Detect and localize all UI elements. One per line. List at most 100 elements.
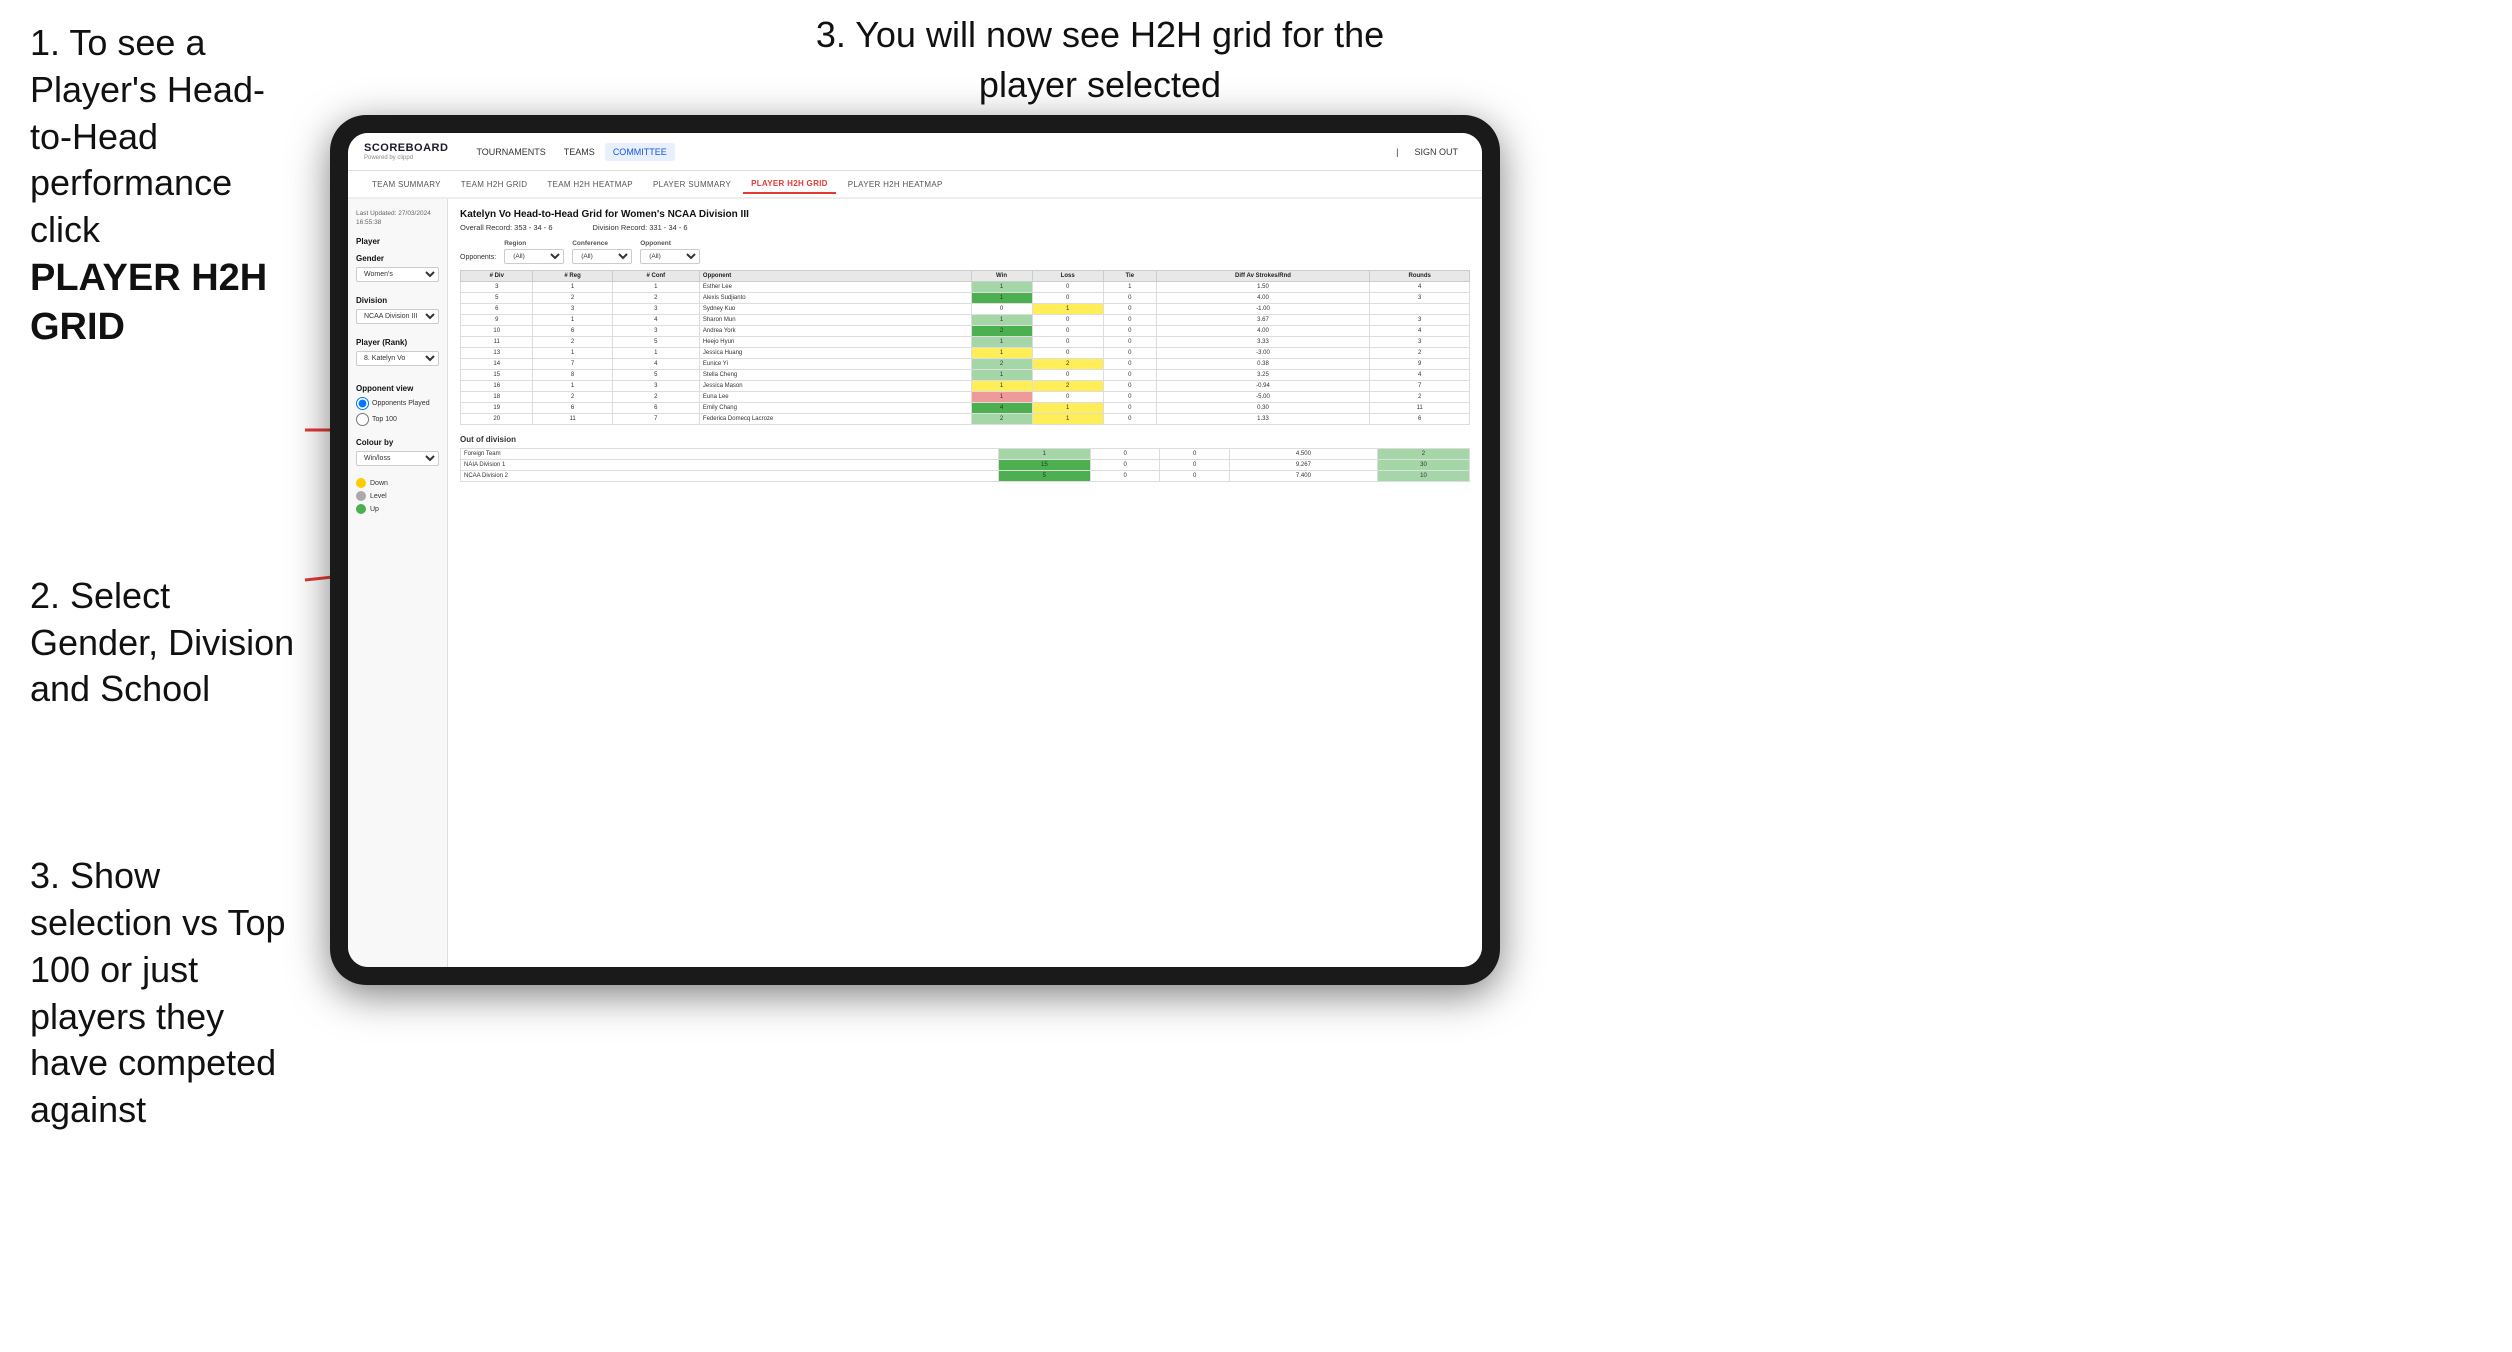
cell-conf: 7 [612,414,699,425]
colour-legend: Down Level Up [356,478,439,514]
legend-up: Up [356,504,439,514]
table-row: 6 3 3 Sydney Kuo 0 1 0 -1.00 [461,304,1470,315]
table-row: 20 11 7 Federica Domecq Lacroze 2 1 0 1.… [461,414,1470,425]
last-updated: Last Updated: 27/03/2024 16:55:38 [356,209,439,227]
cell-opponent: Sydney Kuo [699,304,971,315]
sub-nav-team-heatmap[interactable]: TEAM H2H HEATMAP [539,176,641,193]
gender-label: Gender [356,254,439,263]
step3-left-text: 3. Show selection vs Top 100 or just pla… [30,853,300,1134]
sign-out[interactable]: Sign out [1406,143,1466,161]
cell-diff: 4.00 [1156,293,1370,304]
cell-win: 1 [971,392,1032,403]
cell-div: 11 [461,337,533,348]
ood-loss: 0 [1090,460,1160,471]
cell-reg: 3 [533,304,612,315]
cell-opponent: Sharon Mun [699,315,971,326]
radio-opponents-played[interactable]: Opponents Played [356,397,439,410]
sub-nav-player-h2h[interactable]: PLAYER H2H GRID [743,175,836,194]
table-row: 10 6 3 Andrea York 2 0 0 4.00 4 [461,326,1470,337]
grid-content: Katelyn Vo Head-to-Head Grid for Women's… [448,199,1482,967]
ood-label: NAIA Division 1 [461,460,999,471]
cell-tie: 0 [1103,359,1156,370]
nav-tournaments[interactable]: TOURNAMENTS [468,143,553,161]
ood-tie: 0 [1160,471,1230,482]
cell-rounds: 2 [1370,348,1470,359]
cell-rounds: 6 [1370,414,1470,425]
cell-reg: 1 [533,381,612,392]
nav-committee[interactable]: COMMITTEE [605,143,675,161]
cell-opponent: Emily Chang [699,403,971,414]
legend-down-dot [356,478,366,488]
cell-tie: 0 [1103,381,1156,392]
cell-div: 19 [461,403,533,414]
nav-right: | Sign out [1396,143,1466,161]
cell-loss: 2 [1032,381,1103,392]
filter-opponent-label: Opponent [640,240,700,247]
cell-rounds: 3 [1370,293,1470,304]
filter-conference-select[interactable]: (All) [572,249,632,264]
radio-opponents-label: Opponents Played [372,400,430,407]
cell-rounds: 2 [1370,392,1470,403]
cell-diff: 3.25 [1156,370,1370,381]
filter-region-select[interactable]: (All) [504,249,564,264]
sub-nav-player-summary[interactable]: PLAYER SUMMARY [645,176,739,193]
legend-level-label: Level [370,493,387,500]
gender-select[interactable]: Women's [356,267,439,282]
filter-opponent-select[interactable]: (All) [640,249,700,264]
cell-rounds: 9 [1370,359,1470,370]
cell-conf: 4 [612,359,699,370]
cell-reg: 6 [533,403,612,414]
cell-opponent: Andrea York [699,326,971,337]
cell-loss: 0 [1032,326,1103,337]
cell-loss: 0 [1032,392,1103,403]
cell-tie: 0 [1103,370,1156,381]
cell-div: 3 [461,282,533,293]
legend-down-label: Down [370,480,388,487]
cell-reg: 8 [533,370,612,381]
legend-up-dot [356,504,366,514]
colour-by-select[interactable]: Win/loss [356,451,439,466]
grid-title: Katelyn Vo Head-to-Head Grid for Women's… [460,209,1470,220]
cell-div: 9 [461,315,533,326]
cell-conf: 3 [612,381,699,392]
cell-div: 20 [461,414,533,425]
cell-win: 4 [971,403,1032,414]
ood-win: 15 [998,460,1090,471]
cell-reg: 1 [533,282,612,293]
step1-block: 1. To see a Player's Head-to-Head perfor… [30,20,300,353]
cell-diff: 1.50 [1156,282,1370,293]
table-row: 11 2 5 Heejo Hyun 1 0 0 3.33 3 [461,337,1470,348]
table-row: 3 1 1 Esther Lee 1 0 1 1.50 4 [461,282,1470,293]
cell-win: 1 [971,348,1032,359]
ood-win: 5 [998,471,1090,482]
cell-opponent: Jessica Huang [699,348,971,359]
cell-opponent: Federica Domecq Lacroze [699,414,971,425]
cell-diff: -5.00 [1156,392,1370,403]
col-rounds: Rounds [1370,271,1470,282]
overall-record: Overall Record: 353 - 34 - 6 [460,223,553,232]
cell-div: 15 [461,370,533,381]
cell-div: 18 [461,392,533,403]
step2-block: 2. Select Gender, Division and School [30,573,300,713]
filter-region: Region (All) [504,240,564,264]
cell-div: 16 [461,381,533,392]
sub-nav-team-h2h[interactable]: TEAM H2H GRID [453,176,536,193]
cell-rounds: 7 [1370,381,1470,392]
tablet-screen: SCOREBOARD Powered by clippd TOURNAMENTS… [348,133,1482,967]
sub-nav-player-heatmap[interactable]: PLAYER H2H HEATMAP [840,176,951,193]
sub-nav-team-summary[interactable]: TEAM SUMMARY [364,176,449,193]
logo-text: SCOREBOARD [364,142,448,154]
h2h-table: # Div # Reg # Conf Opponent Win Loss Tie… [460,270,1470,425]
radio-top100[interactable]: Top 100 [356,413,439,426]
cell-diff: 1.33 [1156,414,1370,425]
division-record: Division Record: 331 - 34 - 6 [593,223,688,232]
cell-tie: 0 [1103,403,1156,414]
division-select[interactable]: NCAA Division III [356,309,439,324]
filter-conference: Conference (All) [572,240,632,264]
player-rank-select[interactable]: 8. Katelyn Vo [356,351,439,366]
cell-tie: 0 [1103,414,1156,425]
cell-tie: 0 [1103,348,1156,359]
ood-rounds: 2 [1377,449,1469,460]
opponent-view-label: Opponent view [356,384,439,393]
nav-teams[interactable]: TEAMS [556,143,603,161]
